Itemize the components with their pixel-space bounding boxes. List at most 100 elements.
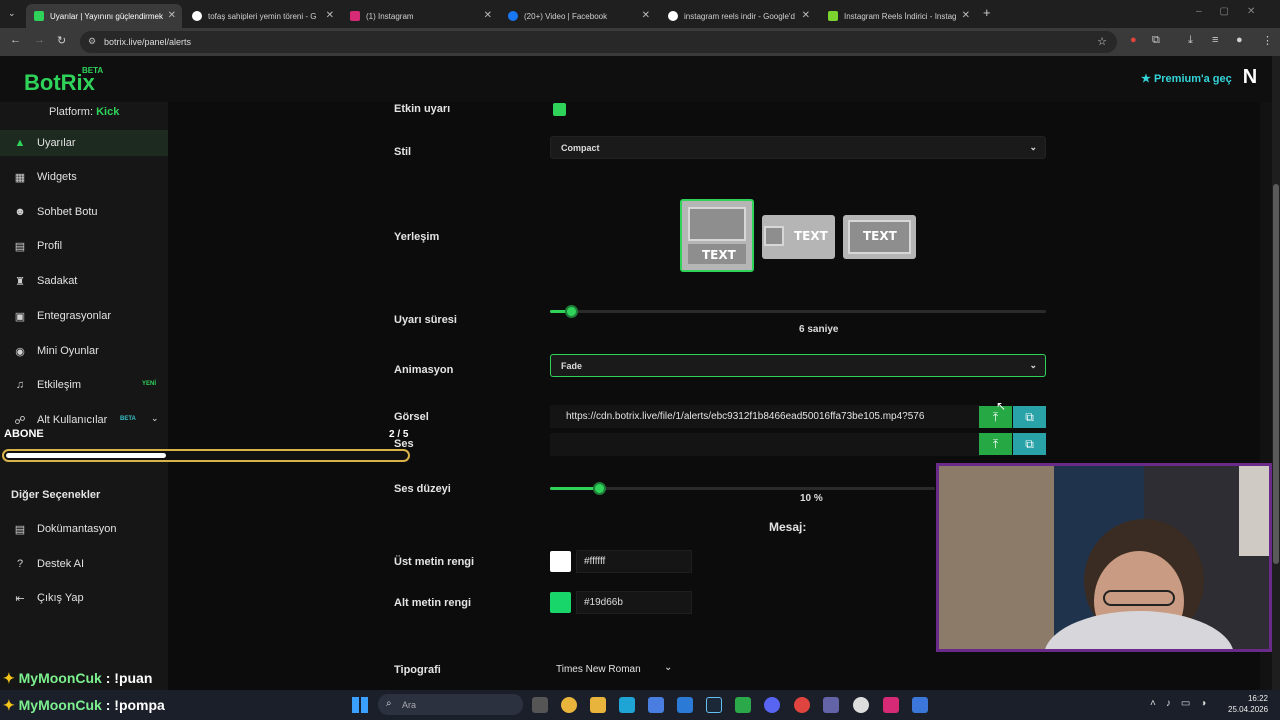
sidebar-item-interaction[interactable]: ♫ Etkileşim YENİ xyxy=(0,372,168,398)
browser-tab[interactable]: Instagram Reels İndirici - Instag ✕ xyxy=(820,4,976,28)
image-library-button[interactable]: ⧉ xyxy=(1013,406,1046,428)
bottom-color-input[interactable]: #19d66b xyxy=(576,591,692,614)
volume-label: Ses düzeyi xyxy=(394,483,451,495)
site-info-icon[interactable]: ⚙ xyxy=(88,36,96,47)
clock[interactable]: 16:22 25.04.2026 xyxy=(1228,693,1268,715)
bottom-color-swatch[interactable] xyxy=(550,592,571,613)
instagram-taskbar-icon[interactable] xyxy=(883,697,899,713)
forward-icon[interactable]: → xyxy=(34,34,45,46)
chrome-taskbar-icon[interactable] xyxy=(561,697,577,713)
browser-tab[interactable]: (20+) Video | Facebook ✕ xyxy=(500,4,656,28)
sound-url-field[interactable] xyxy=(550,433,980,456)
browser-tab[interactable]: (1) Instagram ✕ xyxy=(342,4,498,28)
sound-library-button[interactable]: ⧉ xyxy=(1013,433,1046,455)
duration-slider-handle[interactable] xyxy=(565,305,578,318)
animation-select[interactable]: Fade ⌄ xyxy=(550,354,1046,377)
scrollbar-thumb[interactable] xyxy=(1273,184,1279,564)
sidebar-item-chatbot[interactable]: ☻ Sohbet Botu xyxy=(0,199,168,225)
xbox-taskbar-icon[interactable] xyxy=(735,697,751,713)
tray-icons[interactable]: ˄♪▭◑ xyxy=(1150,698,1216,709)
obs-taskbar-icon[interactable] xyxy=(853,697,869,713)
duration-slider[interactable] xyxy=(550,305,1046,318)
layout-option-stacked[interactable]: TEXT xyxy=(680,199,754,272)
browser-tab[interactable]: instagram reels indir - Google'd ✕ xyxy=(660,4,816,28)
search-icon: ⌕ xyxy=(386,698,392,709)
premium-link[interactable]: ★ Premium'a geç xyxy=(1141,72,1232,85)
sidebar-item-widgets[interactable]: ▦ Widgets xyxy=(0,164,168,190)
sidebar-item-profile[interactable]: ▤ Profil xyxy=(0,233,168,259)
close-tab-icon[interactable]: ✕ xyxy=(962,10,970,21)
url-bar[interactable]: ⚙ botrix.live/panel/alerts ☆ xyxy=(80,31,1117,53)
extension-red-icon[interactable]: ● xyxy=(1130,34,1137,46)
download-icon[interactable]: ⤓ xyxy=(1188,34,1193,47)
upload-icon: ⤒ xyxy=(992,436,999,451)
layout-option-side[interactable]: TEXT xyxy=(762,215,835,259)
mail-taskbar-icon[interactable] xyxy=(677,697,693,713)
enabled-checkbox[interactable] xyxy=(553,103,566,116)
facebook-favicon-icon xyxy=(508,11,518,21)
teams-taskbar-icon[interactable] xyxy=(823,697,839,713)
window-controls[interactable]: –▢✕ xyxy=(1196,6,1273,17)
webcam-overlay xyxy=(936,463,1272,652)
app-taskbar-icon[interactable] xyxy=(619,697,635,713)
layout-option-overlay[interactable]: TEXT xyxy=(843,215,916,259)
volume-slider[interactable] xyxy=(550,482,935,495)
discord-taskbar-icon[interactable] xyxy=(764,697,780,713)
close-tab-icon[interactable]: ✕ xyxy=(168,10,176,21)
extensions-icon[interactable]: ⧉ xyxy=(1152,34,1160,47)
back-icon[interactable]: ← xyxy=(10,34,21,46)
store-taskbar-icon[interactable] xyxy=(648,697,664,713)
app-header xyxy=(0,56,1272,102)
warning-icon: ▲ xyxy=(14,137,26,149)
browser-tab[interactable]: tofaş sahipleri yemin töreni - G ✕ xyxy=(184,4,340,28)
reload-icon[interactable]: ↻ xyxy=(57,34,66,47)
sound-upload-button[interactable]: ⤒ xyxy=(979,433,1012,455)
taskbar-search[interactable]: ⌕ Ara xyxy=(378,694,523,715)
style-select[interactable]: Compact ⌄ xyxy=(550,136,1046,159)
music-icon: ♫ xyxy=(15,379,25,391)
bookmark-star-icon[interactable]: ☆ xyxy=(1097,35,1107,48)
browser-tab[interactable]: Uyarılar | Yayınını güçlendirmek ✕ xyxy=(26,4,182,28)
page-scrollbar[interactable] xyxy=(1272,56,1280,690)
chevron-down-icon: ⌄ xyxy=(664,662,673,673)
image-label: Görsel xyxy=(394,411,429,423)
windows-start-icon[interactable] xyxy=(352,697,368,713)
new-tab-button[interactable]: + xyxy=(983,5,991,20)
top-color-input[interactable]: #ffffff xyxy=(576,550,692,573)
duration-label: Uyarı süresi xyxy=(394,314,457,326)
platform-indicator: Platform: Kick xyxy=(49,106,120,118)
image-placeholder-icon xyxy=(688,207,746,241)
steam-taskbar-icon[interactable] xyxy=(706,697,722,713)
sidebar-item-docs[interactable]: ▤ Dokümantasyon xyxy=(0,516,168,542)
layout-text: TEXT xyxy=(794,229,828,243)
sidebar-item-minigames[interactable]: ◉ Mini Oyunlar xyxy=(0,338,168,364)
sidebar-item-support-ai[interactable]: ? Destek AI xyxy=(0,551,168,577)
app-blue-taskbar-icon[interactable] xyxy=(912,697,928,713)
sidebar-item-integrations[interactable]: ▣ Entegrasyonlar xyxy=(0,303,168,329)
close-tab-icon[interactable]: ✕ xyxy=(484,10,492,21)
media-icon[interactable]: ≡ xyxy=(1212,34,1218,46)
task-view-icon[interactable] xyxy=(532,697,548,713)
integration-icon: ▣ xyxy=(14,310,26,323)
chevron-down-icon[interactable]: ⌄ xyxy=(151,413,159,424)
sidebar-item-uyarilar[interactable]: ▲ Uyarılar xyxy=(0,130,168,156)
image-url-field[interactable]: https://cdn.botrix.live/file/1/alerts/eb… xyxy=(550,405,980,428)
explorer-taskbar-icon[interactable] xyxy=(590,697,606,713)
top-color-swatch[interactable] xyxy=(550,551,571,572)
goal-progress-bar xyxy=(2,449,410,462)
app-red-taskbar-icon[interactable] xyxy=(794,697,810,713)
user-avatar[interactable]: N xyxy=(1238,66,1262,92)
close-tab-icon[interactable]: ✕ xyxy=(802,10,810,21)
profile-icon[interactable]: ● xyxy=(1236,34,1243,46)
close-tab-icon[interactable]: ✕ xyxy=(326,10,334,21)
tab-search-icon[interactable]: ⌄ xyxy=(8,8,16,19)
sidebar-item-loyalty[interactable]: ♜ Sadakat xyxy=(0,268,168,294)
users-icon: ☍ xyxy=(14,414,26,427)
volume-slider-handle[interactable] xyxy=(593,482,606,495)
menu-icon[interactable]: ⋮ xyxy=(1262,34,1273,47)
font-select[interactable]: Times New Roman ⌄ xyxy=(550,658,684,681)
enabled-label: Etkin uyarı xyxy=(394,103,451,115)
sidebar-item-logout[interactable]: ⇤ Çıkış Yap xyxy=(0,585,168,611)
close-tab-icon[interactable]: ✕ xyxy=(642,10,650,21)
goal-progress-text: 2 / 5 xyxy=(389,429,409,440)
